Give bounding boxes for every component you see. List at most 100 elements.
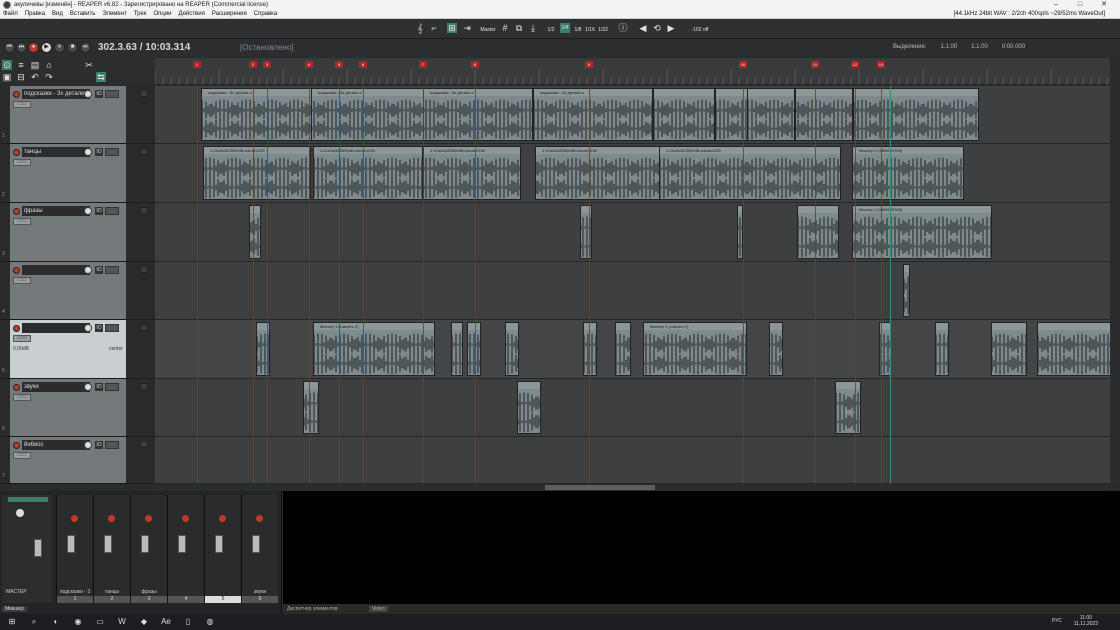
redo-icon[interactable]: ↷	[44, 72, 54, 82]
division-1-8[interactable]: 1/8	[573, 25, 583, 35]
next-arrow-icon[interactable]: ▶	[666, 23, 676, 33]
media-item[interactable]	[303, 381, 319, 434]
marker-flag[interactable]: 9	[585, 61, 593, 68]
io-button[interactable]: IO	[95, 383, 103, 391]
strip-record-button[interactable]	[219, 515, 226, 522]
media-item[interactable]	[467, 322, 481, 376]
volume-knob[interactable]	[84, 266, 92, 274]
mute-solo-buttons[interactable]	[105, 148, 119, 156]
record-arm-button[interactable]	[13, 91, 20, 98]
fx-button[interactable]: ▭▭	[13, 335, 31, 342]
record-arm-button[interactable]	[13, 267, 20, 274]
mute-solo-buttons[interactable]	[105, 324, 119, 332]
grid-icon[interactable]: ⇥	[462, 23, 472, 33]
track-lane[interactable]	[155, 379, 1110, 437]
media-item[interactable]: подсказки - 3х детали и	[423, 88, 533, 141]
office-icon[interactable]: ◆	[134, 616, 154, 628]
marker-flag[interactable]: 2	[249, 61, 257, 68]
envelope-icon[interactable]: ⤓	[528, 23, 538, 33]
horizontal-scrollbar[interactable]	[155, 484, 1110, 491]
media-item[interactable]: Мастер 1 (считать 2)	[313, 322, 435, 376]
track-name[interactable]	[22, 323, 90, 333]
marker-flag[interactable]: 11	[811, 61, 819, 68]
media-item[interactable]	[653, 88, 715, 141]
media-item[interactable]: подсказки - 3х детали и	[533, 88, 653, 141]
marker-flag[interactable]: 3	[263, 61, 271, 68]
io-button[interactable]: IO	[95, 148, 103, 156]
menu-view[interactable]: Вид	[52, 11, 63, 17]
mute-solo-buttons[interactable]	[105, 441, 119, 449]
tools-icon[interactable]: ✂	[84, 60, 94, 70]
vertical-scrollbar[interactable]	[1110, 86, 1120, 484]
track-lane[interactable]: 1-21nA43Z35904B-s4nae1235 1-21nA43Z35904B…	[155, 144, 1110, 203]
reaper-icon[interactable]: ◍	[200, 616, 220, 628]
auto-icon[interactable]: ⊙	[2, 60, 12, 70]
record-arm-button[interactable]	[13, 325, 20, 332]
volume-knob[interactable]	[84, 148, 92, 156]
play-button[interactable]: ▶	[41, 42, 52, 53]
track-side-button[interactable]	[140, 90, 148, 97]
save-icon[interactable]: ▣	[2, 72, 12, 82]
marker-flag[interactable]: 5	[335, 61, 343, 68]
media-item[interactable]	[769, 322, 783, 376]
explorer-icon[interactable]: ▭	[90, 616, 110, 628]
track-header[interactable]: 7 8н6вос IO ▭▭	[0, 437, 155, 484]
track-header[interactable]: 5 IO ▭▭ 0.00dB center	[0, 320, 155, 379]
track-header[interactable]: 3 фразы IO ▭▭	[0, 203, 155, 262]
volume-knob[interactable]	[84, 207, 92, 215]
mixer-icon[interactable]: ≡	[16, 60, 26, 70]
track-side-button[interactable]	[140, 266, 148, 273]
media-item[interactable]	[903, 264, 910, 317]
stop-button[interactable]: ■	[67, 42, 78, 53]
master-fader[interactable]	[34, 539, 42, 557]
close-button[interactable]: ✕	[1092, 0, 1116, 10]
strip-record-button[interactable]	[145, 515, 152, 522]
menu-help[interactable]: Справка	[254, 11, 278, 17]
mixer-strip[interactable]: фразы 3	[130, 495, 167, 603]
start-icon[interactable]: ⊞	[2, 616, 22, 628]
marker-flag[interactable]: 13	[877, 61, 885, 68]
loop-icon[interactable]: ⟲	[652, 23, 662, 33]
selection-start[interactable]: 1.1.00	[940, 44, 957, 50]
mixer-strip[interactable]: подсказки - 3 1	[56, 495, 93, 603]
timeline-ruler[interactable]	[154, 58, 1110, 85]
undo-icon[interactable]: ↶	[30, 72, 40, 82]
media-item[interactable]	[517, 381, 541, 434]
io-button[interactable]: IO	[95, 266, 103, 274]
track-name[interactable]: танцы	[22, 147, 90, 157]
open-icon[interactable]: ⊟	[16, 72, 26, 82]
track-side-button[interactable]	[140, 324, 148, 331]
record-arm-button[interactable]	[13, 208, 20, 215]
info-icon[interactable]: ⓘ	[618, 23, 628, 33]
media-item[interactable]: 1-21nA43Z35904B-s4nae1235	[203, 146, 311, 200]
track-lane[interactable]	[155, 262, 1110, 320]
menu-track[interactable]: Трек	[134, 11, 147, 17]
media-item[interactable]	[853, 88, 979, 141]
menu-edit[interactable]: Правка	[25, 11, 45, 17]
marker-flag[interactable]: 1	[193, 61, 201, 68]
division-1-16[interactable]: 1/16	[585, 25, 595, 35]
track-name[interactable]	[22, 265, 90, 275]
after-effects-icon[interactable]: Ae	[156, 616, 176, 628]
io-button[interactable]: IO	[95, 207, 103, 215]
strip-number[interactable]: 6	[242, 596, 278, 603]
track-side-button[interactable]	[140, 207, 148, 214]
media-item[interactable]	[991, 322, 1027, 376]
media-item[interactable]: 1-21nA43Z35904B-s4nae1235	[423, 146, 521, 200]
mixer-tab[interactable]: Микшер	[2, 606, 27, 612]
mixer-strip[interactable]: 5	[204, 495, 241, 603]
discord-icon[interactable]: ◉	[68, 616, 88, 628]
scroll-thumb[interactable]	[545, 485, 655, 490]
taskbar-clock[interactable]: 11:00 11.11.2023	[1074, 615, 1098, 627]
fx-button[interactable]: ▭▭	[13, 101, 31, 108]
menu-actions[interactable]: Действия	[179, 11, 205, 17]
media-item[interactable]: Мастер 1 (считать 2)	[643, 322, 747, 376]
media-item[interactable]: 1-21nA43Z35904B-s4nae1235	[313, 146, 423, 200]
track-lane[interactable]: подсказки - 3х детали иподсказки - 3х де…	[155, 86, 1110, 144]
pause-button[interactable]: ⏸	[54, 42, 65, 53]
track-header[interactable]: 6 звуки IO ▭▭	[0, 379, 155, 437]
search-icon[interactable]: ⌕	[24, 616, 44, 628]
media-item[interactable]	[835, 381, 861, 434]
division-1-32[interactable]: 1/32	[598, 25, 608, 35]
marker-flag[interactable]: 10	[739, 61, 747, 68]
